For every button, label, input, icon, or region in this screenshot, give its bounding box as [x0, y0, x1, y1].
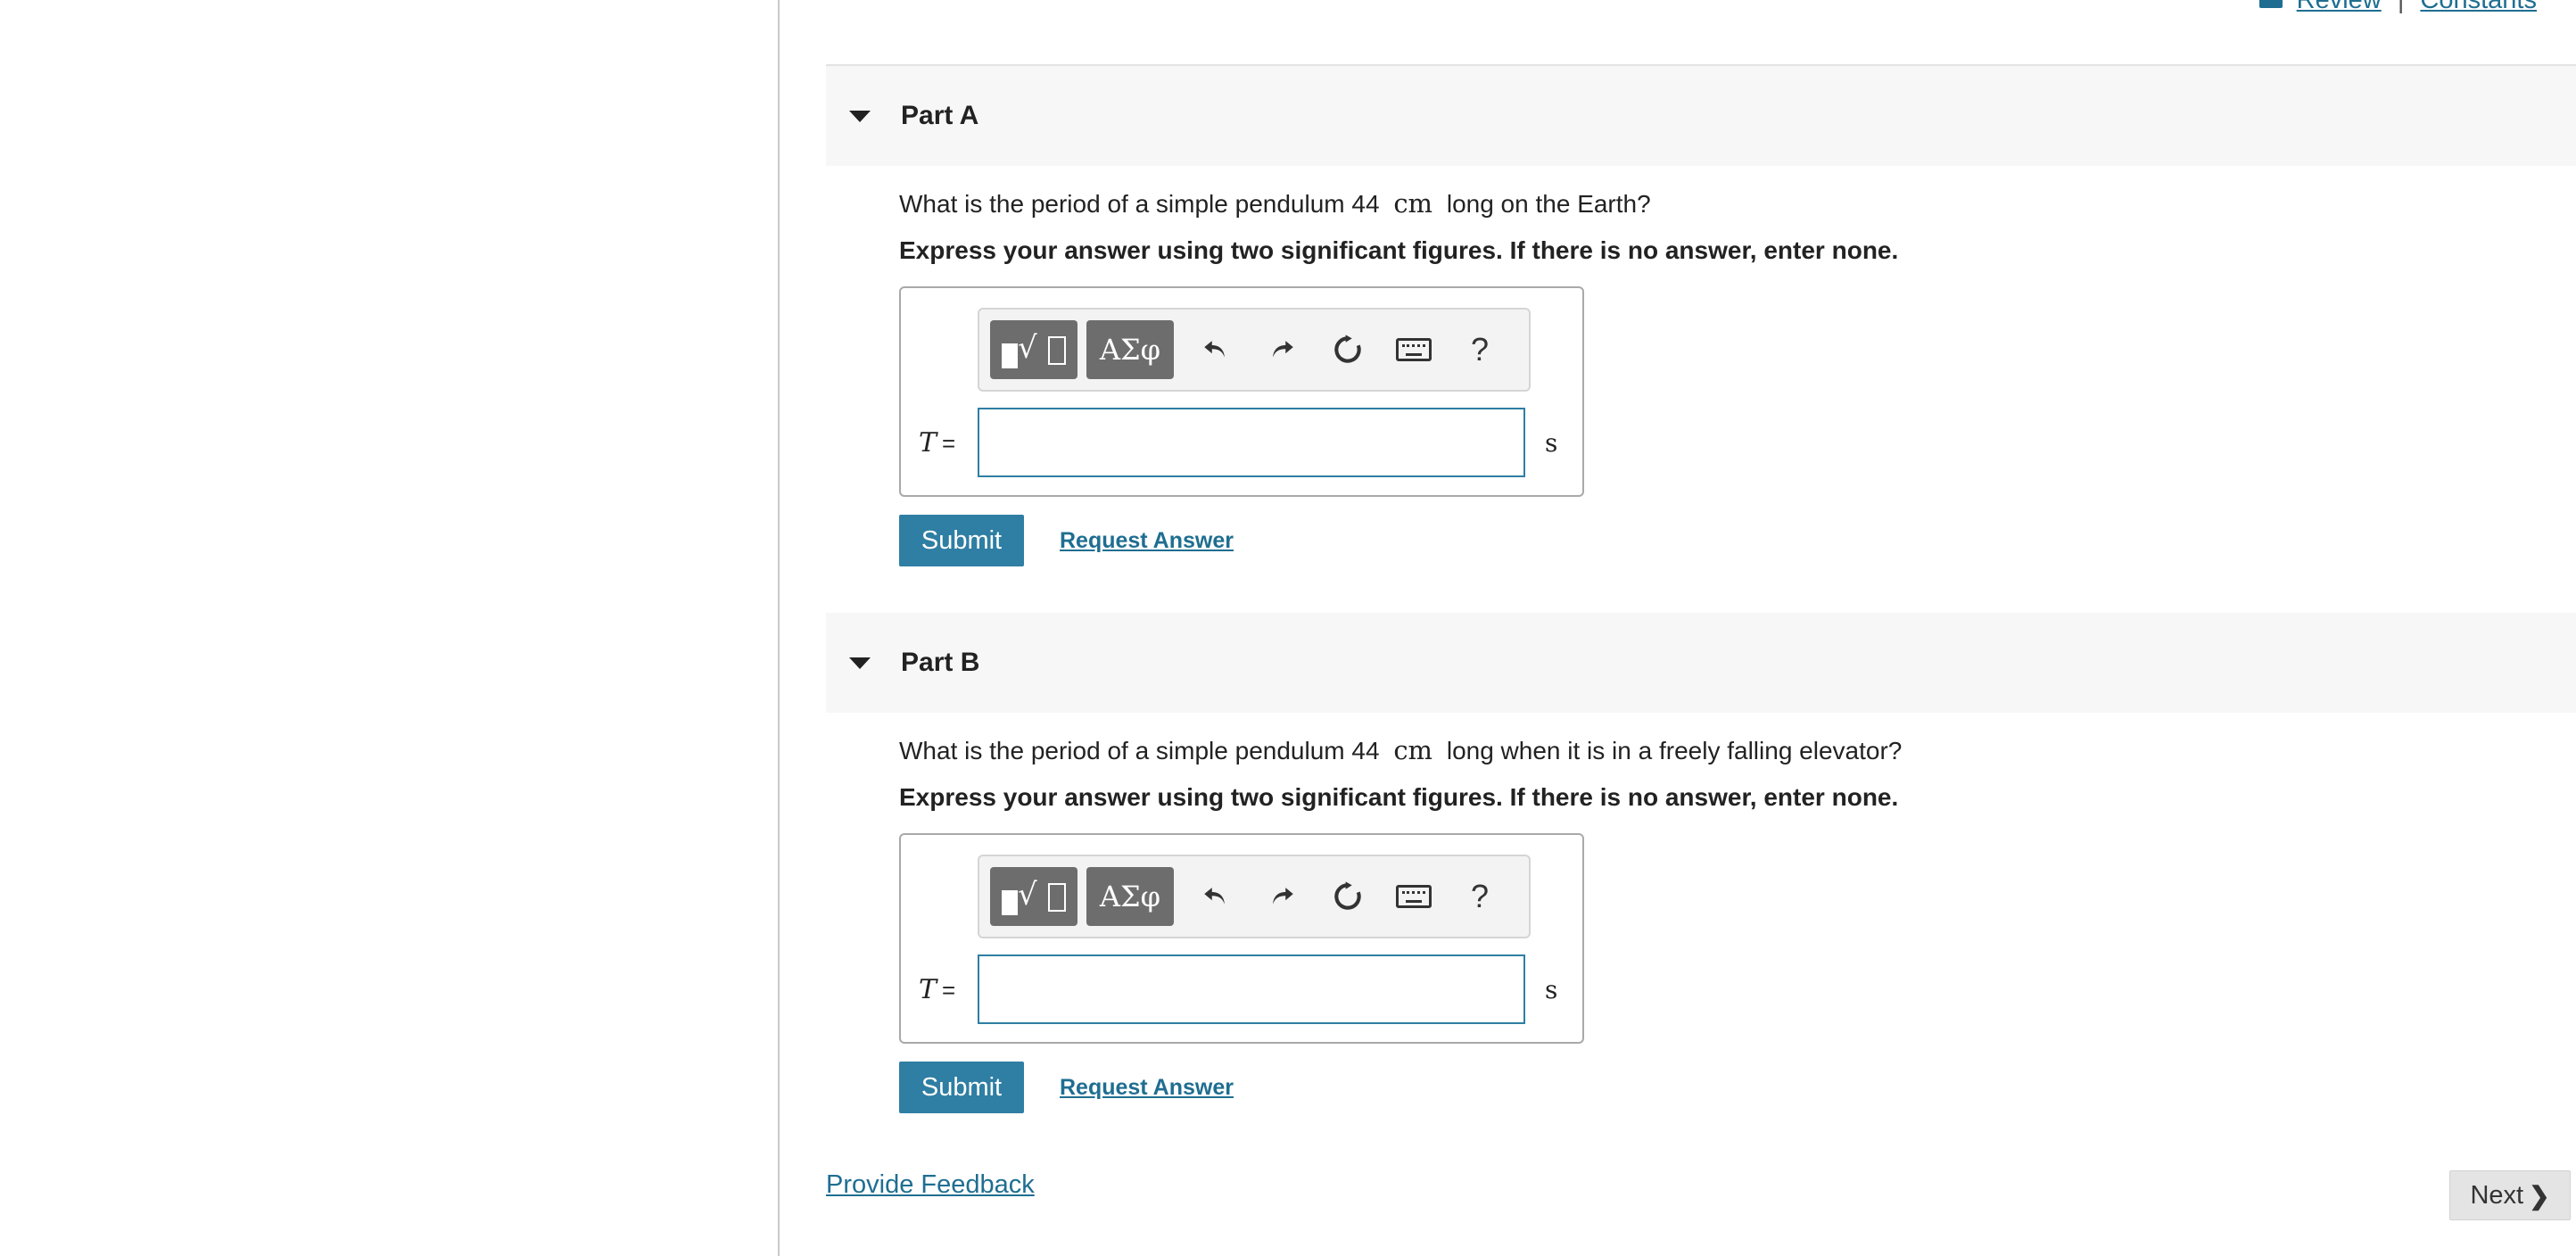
keyboard-button[interactable] — [1381, 867, 1447, 926]
question-after: long on the Earth? — [1446, 190, 1651, 218]
help-button[interactable]: ? — [1447, 320, 1513, 379]
undo-button[interactable] — [1183, 867, 1249, 926]
templates-button[interactable]: √ — [990, 867, 1077, 926]
keyboard-icon — [1396, 885, 1432, 908]
part-title: Part B — [901, 648, 980, 677]
answer-input[interactable] — [978, 954, 1525, 1024]
submit-button[interactable]: Submit — [899, 515, 1024, 566]
undo-icon — [1204, 888, 1225, 905]
templates-icon: √ — [998, 329, 1069, 370]
help-icon: ? — [1470, 331, 1490, 368]
question-before: What is the period of a simple pendulum … — [899, 190, 1380, 218]
unit-label: s — [1545, 974, 1558, 1004]
next-button[interactable]: Next ❯ — [2449, 1170, 2571, 1220]
header-links: Review | Constants — [2258, 0, 2537, 15]
chevron-right-icon: ❯ — [2529, 1181, 2550, 1210]
constants-link[interactable]: Constants — [2420, 0, 2537, 14]
redo-icon — [1273, 341, 1293, 358]
part-a-header[interactable]: Part A — [826, 66, 2576, 166]
variable-label: T = — [919, 426, 956, 459]
undo-button[interactable] — [1183, 320, 1249, 379]
part-a-body: What is the period of a simple pendulum … — [826, 166, 2576, 566]
greek-symbols-button[interactable]: ΑΣφ — [1086, 320, 1174, 379]
help-icon: ? — [1470, 878, 1490, 914]
answer-row: T = s — [919, 408, 1557, 477]
math-toolbar: √ ΑΣφ ? — [978, 308, 1531, 392]
redo-icon — [1273, 888, 1293, 905]
reset-button[interactable] — [1315, 867, 1381, 926]
answer-input[interactable] — [978, 408, 1525, 477]
request-answer-link[interactable]: Request Answer — [1060, 1075, 1234, 1101]
link-separator: | — [2397, 0, 2405, 14]
answer-box: √ ΑΣφ ? T = s — [899, 833, 1584, 1044]
answer-instructions: Express your answer using two significan… — [899, 236, 1899, 264]
undo-icon — [1204, 341, 1225, 358]
question-text: What is the period of a simple pendulum … — [899, 184, 2576, 224]
unit-label: s — [1545, 427, 1558, 458]
review-link[interactable]: Review — [2297, 0, 2382, 14]
answer-actions: Submit Request Answer — [899, 1062, 2576, 1113]
redo-button[interactable] — [1249, 867, 1315, 926]
greek-symbols-icon: ΑΣφ — [1099, 880, 1161, 913]
main-content: Part A What is the period of a simple pe… — [826, 64, 2576, 1113]
part-a: Part A What is the period of a simple pe… — [826, 66, 2576, 566]
greek-symbols-icon: ΑΣφ — [1099, 333, 1161, 367]
redo-button[interactable] — [1249, 320, 1315, 379]
left-panel — [0, 0, 778, 1256]
greek-symbols-button[interactable]: ΑΣφ — [1086, 867, 1174, 926]
reset-icon — [1334, 335, 1361, 363]
request-answer-link[interactable]: Request Answer — [1060, 528, 1234, 554]
templates-icon: √ — [998, 876, 1069, 917]
reset-icon — [1334, 881, 1361, 910]
question-after: long when it is in a freely falling elev… — [1446, 737, 1903, 764]
provide-feedback-link[interactable]: Provide Feedback — [826, 1170, 1035, 1200]
question-text: What is the period of a simple pendulum … — [899, 731, 2576, 771]
answer-actions: Submit Request Answer — [899, 515, 2576, 566]
part-b: Part B What is the period of a simple pe… — [826, 613, 2576, 1113]
book-icon — [2258, 0, 2283, 9]
help-button[interactable]: ? — [1447, 867, 1513, 926]
part-b-body: What is the period of a simple pendulum … — [826, 713, 2576, 1113]
answer-instructions: Express your answer using two significan… — [899, 783, 1899, 811]
keyboard-button[interactable] — [1381, 320, 1447, 379]
collapse-caret-icon[interactable] — [849, 657, 871, 669]
answer-row: T = s — [919, 954, 1557, 1024]
next-label: Next — [2470, 1180, 2524, 1210]
question-unit: cm — [1393, 735, 1433, 765]
part-b-header[interactable]: Part B — [826, 613, 2576, 713]
keyboard-icon — [1396, 338, 1432, 361]
question-unit: cm — [1393, 188, 1433, 219]
part-title: Part A — [901, 101, 979, 130]
question-before: What is the period of a simple pendulum … — [899, 737, 1380, 764]
vertical-divider — [778, 0, 780, 1256]
templates-button[interactable]: √ — [990, 320, 1077, 379]
variable-label: T = — [919, 973, 956, 1005]
collapse-caret-icon[interactable] — [849, 110, 871, 122]
submit-button[interactable]: Submit — [899, 1062, 1024, 1113]
page: Review | Constants Part A What is the pe… — [0, 0, 2576, 1256]
answer-box: √ ΑΣφ ? T = s — [899, 286, 1584, 497]
reset-button[interactable] — [1315, 320, 1381, 379]
math-toolbar: √ ΑΣφ ? — [978, 855, 1531, 938]
